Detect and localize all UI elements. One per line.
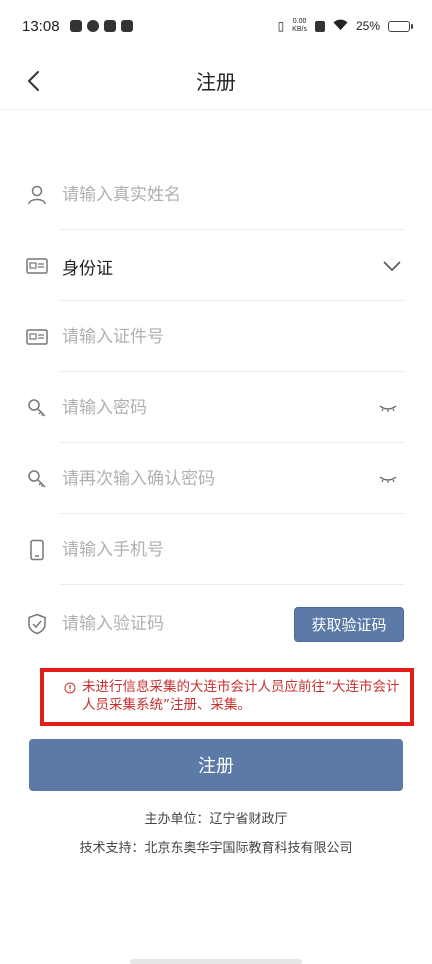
sim-icon: [314, 20, 325, 32]
eye-closed-icon[interactable]: [378, 472, 398, 486]
id-number-row: [26, 302, 404, 372]
password-row: [26, 373, 404, 443]
divider: [60, 371, 404, 372]
wifi-icon: [333, 19, 348, 34]
app-notification-icon: [69, 20, 82, 32]
id-number-input[interactable]: [62, 327, 404, 347]
divider: [60, 442, 404, 443]
name-input[interactable]: [62, 185, 404, 205]
shield-check-icon: [28, 613, 46, 635]
home-indicator[interactable]: [130, 959, 302, 964]
chevron-left-icon: [28, 71, 39, 91]
password-input[interactable]: [62, 398, 378, 418]
phone-icon: [30, 539, 44, 561]
phone-input[interactable]: [62, 540, 404, 560]
code-row: 获取验证码: [26, 589, 404, 659]
divider: [60, 229, 404, 230]
phone-row: [26, 515, 404, 585]
confirm-password-row: [26, 444, 404, 514]
divider: [60, 300, 404, 301]
status-time: 13:08: [22, 17, 60, 35]
tiktok-icon: [103, 20, 116, 32]
code-input[interactable]: [62, 614, 294, 634]
info-notice: 未进行信息采集的大连市会计人员应前往“大连市会计人员采集系统”注册、采集。: [40, 668, 414, 726]
notice-text: 未进行信息采集的大连市会计人员应前往“大连市会计人员采集系统”注册、采集。: [82, 679, 400, 713]
get-code-button[interactable]: 获取验证码: [294, 606, 404, 642]
battery-percent: 25%: [355, 19, 380, 33]
id-type-value: 身份证: [62, 258, 113, 279]
id-card-icon: [26, 258, 48, 274]
key-icon: [28, 470, 46, 488]
id-card-icon: [26, 329, 48, 345]
info-icon: [64, 682, 76, 694]
status-bar: 13:08 ▯ 0.00 KB/s 25%: [0, 0, 432, 52]
tech-support: 技术支持：北京东奥华宇国际教育科技有限公司: [79, 841, 353, 856]
id-type-select[interactable]: 身份证: [26, 231, 404, 301]
confirm-password-input[interactable]: [62, 469, 378, 489]
net-speed: 0.00 KB/s: [292, 18, 307, 33]
user-icon: [28, 185, 46, 205]
key-icon: [28, 399, 46, 417]
divider: [60, 584, 404, 585]
register-button[interactable]: 注册: [29, 739, 403, 791]
notification-icons: [69, 20, 133, 32]
page-title: 注册: [196, 70, 236, 94]
battery-icon: [388, 20, 413, 32]
divider: [60, 513, 404, 514]
vibrate-icon: ▯: [277, 19, 285, 33]
chevron-down-icon: [383, 261, 401, 272]
app-notification-icon: [86, 20, 99, 32]
eye-closed-icon[interactable]: [378, 401, 398, 415]
message-icon: [120, 20, 133, 32]
status-right: ▯ 0.00 KB/s 25%: [277, 18, 413, 34]
back-button[interactable]: [22, 66, 50, 96]
host-unit: 主办单位：辽宁省财政厅: [144, 812, 288, 827]
name-row: [26, 160, 404, 230]
header: 注册: [0, 52, 432, 110]
